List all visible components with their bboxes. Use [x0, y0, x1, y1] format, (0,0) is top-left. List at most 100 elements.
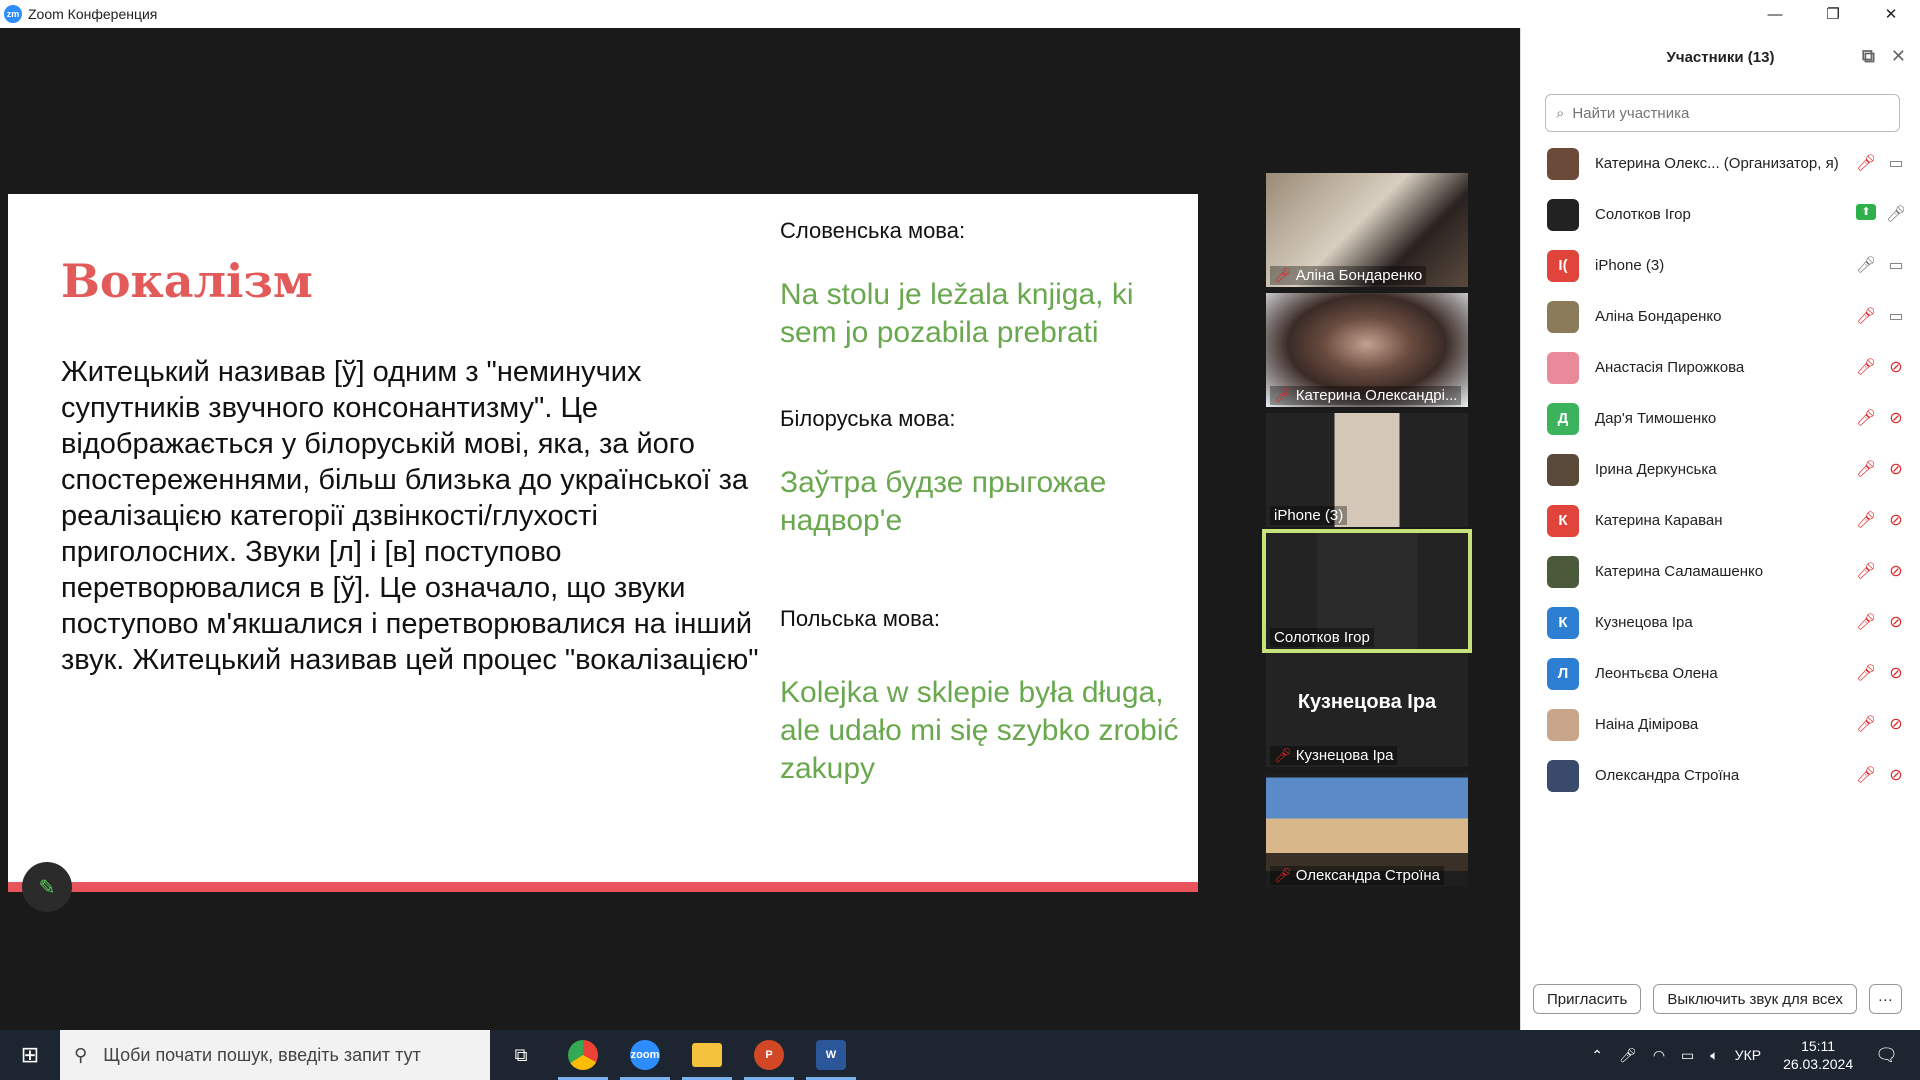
avatar: К [1547, 606, 1579, 639]
pen-icon: ✎ [38, 876, 56, 899]
avatar [1547, 453, 1579, 486]
video-off-icon[interactable]: ⊘ [1886, 408, 1906, 428]
video-tile[interactable]: 🎤︎ Олександра Строїна [1266, 773, 1468, 887]
zoom-app-icon[interactable]: zoom [614, 1030, 676, 1080]
mic-off-icon[interactable]: 🎤︎ [1856, 714, 1876, 734]
participant-row[interactable]: Аліна Бондаренко 🎤︎ ▭ [1521, 291, 1920, 342]
participant-search[interactable]: ⌕ [1545, 94, 1900, 132]
video-off-icon[interactable]: ⊘ [1886, 714, 1906, 734]
avatar [1547, 147, 1579, 180]
participant-row[interactable]: Олександра Строїна 🎤︎ ⊘ [1521, 750, 1920, 801]
mic-off-icon: 🎤︎ [1274, 267, 1292, 283]
video-camera-icon[interactable]: ▭ [1886, 306, 1906, 326]
video-off-icon[interactable]: ⊘ [1886, 510, 1906, 530]
participant-row[interactable]: Ірина Деркунська 🎤︎ ⊘ [1521, 444, 1920, 495]
tile-name: Солотков Ігор [1274, 629, 1370, 646]
pop-out-icon[interactable]: ⧉ [1862, 46, 1875, 67]
video-off-icon[interactable]: ⊘ [1886, 612, 1906, 632]
close-panel-icon[interactable]: ✕ [1891, 46, 1906, 67]
video-tile[interactable]: Кузнецова Іра 🎤︎ Кузнецова Іра [1266, 653, 1468, 767]
participant-row[interactable]: Катерина Саламашенко 🎤︎ ⊘ [1521, 546, 1920, 597]
avatar: Д [1547, 402, 1579, 435]
powerpoint-icon[interactable]: P [738, 1030, 800, 1080]
mic-off-icon[interactable]: 🎤︎ [1856, 561, 1876, 581]
chrome-icon[interactable] [552, 1030, 614, 1080]
participant-search-input[interactable] [1572, 104, 1873, 122]
video-off-icon[interactable]: ⊘ [1886, 357, 1906, 377]
mic-on-icon[interactable]: 🎤︎ [1856, 255, 1876, 275]
participant-row[interactable]: Катерина Олекс... (Организатор, я) 🎤︎ ▭ [1521, 138, 1920, 189]
video-camera-icon[interactable]: ▭ [1886, 153, 1906, 173]
panel-title: Участники (13) [1666, 48, 1775, 66]
annotate-pen-button[interactable]: ✎ [22, 862, 72, 912]
network-icon[interactable]: ◠ [1653, 1047, 1665, 1064]
taskbar-search[interactable]: ⚲ Щоби почати пошук, введіть запит тут [60, 1030, 490, 1080]
battery-icon[interactable]: ▭ [1681, 1047, 1694, 1064]
participant-list: Катерина Олекс... (Организатор, я) 🎤︎ ▭ С… [1521, 138, 1920, 801]
participant-name: Ірина Деркунська [1595, 461, 1717, 478]
mic-off-icon[interactable]: 🎤︎ [1856, 408, 1876, 428]
invite-button[interactable]: Пригласить [1533, 984, 1642, 1014]
close-button[interactable]: ✕ [1862, 0, 1920, 28]
video-tile[interactable]: 🎤︎ Катерина Олександрі... [1266, 293, 1468, 407]
tile-name: Кузнецова Іра [1295, 747, 1394, 764]
mic-off-icon: 🎤︎ [1274, 387, 1292, 403]
mic-off-icon[interactable]: 🎤︎ [1856, 612, 1876, 632]
minimize-button[interactable]: — [1746, 0, 1804, 28]
windows-start-icon[interactable]: ⊞ [0, 1030, 60, 1080]
participant-row[interactable]: Д Дар'я Тимошенко 🎤︎ ⊘ [1521, 393, 1920, 444]
video-camera-icon[interactable]: ▭ [1886, 255, 1906, 275]
mic-off-icon[interactable]: 🎤︎ [1856, 459, 1876, 479]
window-controls: — ❐ ✕ [1746, 0, 1920, 28]
file-explorer-icon[interactable] [676, 1030, 738, 1080]
notifications-icon[interactable]: 🗨︎ [1875, 1045, 1898, 1066]
participant-row[interactable]: Наіна Дімірова 🎤︎ ⊘ [1521, 699, 1920, 750]
participant-name: Леонтьєва Олена [1595, 665, 1718, 682]
participant-row[interactable]: I( iPhone (3) 🎤︎ ▭ [1521, 240, 1920, 291]
participant-name: Солотков Ігор [1595, 206, 1691, 223]
clock-time: 15:11 [1801, 1038, 1836, 1054]
avatar [1547, 708, 1579, 741]
mic-off-icon[interactable]: 🎤︎ [1856, 306, 1876, 326]
example-label-polish: Польська мова: [780, 606, 940, 631]
word-icon[interactable]: W [800, 1030, 862, 1080]
video-off-icon[interactable]: ⊘ [1886, 765, 1906, 785]
more-options-button[interactable]: ··· [1868, 984, 1902, 1014]
avatar: Л [1547, 657, 1579, 690]
tile-name: iPhone (3) [1274, 507, 1344, 524]
microphone-icon[interactable]: 🎤︎ [1619, 1047, 1637, 1064]
task-view-icon[interactable]: ⧉ [490, 1030, 552, 1080]
video-off-icon[interactable]: ⊘ [1886, 459, 1906, 479]
video-tile[interactable]: 🎤︎ Аліна Бондаренко [1266, 173, 1468, 287]
mic-off-icon[interactable]: 🎤︎ [1856, 765, 1876, 785]
slide-title: Вокалізм [61, 254, 313, 308]
mic-on-icon[interactable]: 🎤︎ [1886, 204, 1906, 224]
participant-row[interactable]: Солотков Ігор ⬆ 🎤︎ [1521, 189, 1920, 240]
mic-off-icon: 🎤︎ [1274, 867, 1292, 883]
participant-row[interactable]: К Кузнецова Іра 🎤︎ ⊘ [1521, 597, 1920, 648]
video-off-icon[interactable]: ⊘ [1886, 663, 1906, 683]
chevron-up-icon[interactable]: ⌃ [1591, 1047, 1603, 1064]
mic-off-icon[interactable]: 🎤︎ [1856, 510, 1876, 530]
tile-name: Катерина Олександрі... [1295, 387, 1458, 404]
clock[interactable]: 15:11 26.03.2024 [1783, 1037, 1853, 1073]
mic-off-icon[interactable]: 🎤︎ [1856, 357, 1876, 377]
participant-row[interactable]: Л Леонтьєва Олена 🎤︎ ⊘ [1521, 648, 1920, 699]
language-indicator[interactable]: УКР [1735, 1047, 1761, 1063]
volume-icon[interactable]: 🔈︎ [1710, 1047, 1718, 1064]
mute-all-button[interactable]: Выключить звук для всех [1653, 984, 1857, 1014]
example-text-polish: Kolejka w sklepie była długa, ale udało … [780, 676, 1179, 785]
participant-row[interactable]: К Катерина Караван 🎤︎ ⊘ [1521, 495, 1920, 546]
avatar [1547, 300, 1579, 333]
search-icon: ⌕ [1556, 104, 1565, 122]
mic-off-icon[interactable]: 🎤︎ [1856, 153, 1876, 173]
mic-off-icon[interactable]: 🎤︎ [1856, 663, 1876, 683]
video-tile-active-speaker[interactable]: Солотков Ігор [1262, 529, 1472, 653]
participant-row[interactable]: Анастасія Пирожкова 🎤︎ ⊘ [1521, 342, 1920, 393]
title-bar: zm Zoom Конференция — ❐ ✕ [0, 0, 1920, 28]
video-off-icon[interactable]: ⊘ [1886, 561, 1906, 581]
video-tile[interactable]: iPhone (3) [1266, 413, 1468, 527]
example-label-slovenian: Словенська мова: [780, 218, 966, 243]
taskbar-search-placeholder: Щоби почати пошук, введіть запит тут [103, 1044, 421, 1065]
restore-button[interactable]: ❐ [1804, 0, 1862, 28]
